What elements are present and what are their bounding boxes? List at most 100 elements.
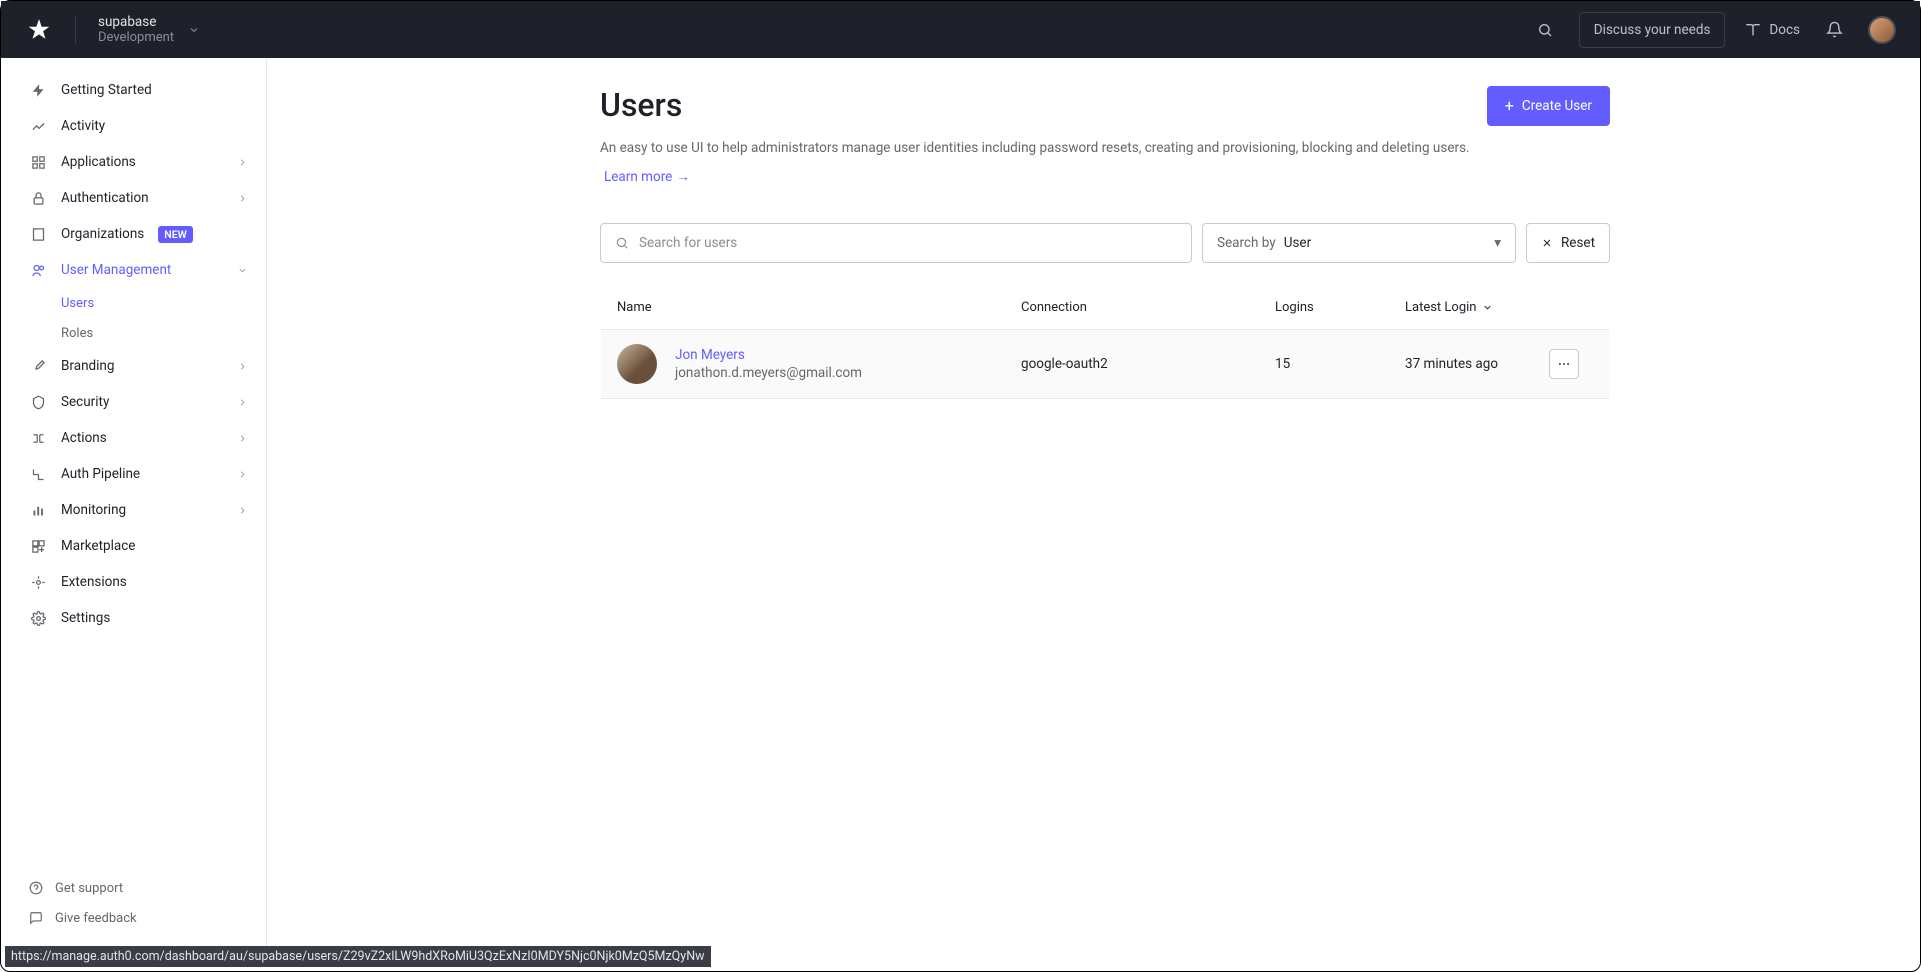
sidebar-item-applications[interactable]: Applications — [1, 144, 266, 180]
sidebar-item-security[interactable]: Security — [1, 384, 266, 420]
latest-label: Latest Login — [1405, 300, 1476, 315]
nav-label: Branding — [61, 358, 114, 374]
tenant-environment: Development — [98, 30, 174, 45]
sidebar-item-branding[interactable]: Branding — [1, 348, 266, 384]
column-name: Name — [617, 300, 1021, 315]
sidebar-item-actions[interactable]: Actions — [1, 420, 266, 456]
sidebar: Getting Started Activity Applications Au… — [1, 58, 267, 947]
support-label: Get support — [55, 881, 123, 896]
column-logins: Logins — [1275, 300, 1405, 315]
lock-icon — [29, 191, 47, 206]
sidebar-item-activity[interactable]: Activity — [1, 108, 266, 144]
create-label: Create User — [1522, 98, 1592, 114]
user-connection: google-oauth2 — [1021, 356, 1275, 372]
building-icon — [29, 227, 47, 242]
give-feedback-link[interactable]: Give feedback — [29, 903, 248, 933]
pipeline-icon — [29, 467, 47, 482]
tenant-switcher[interactable]: supabase Development — [98, 14, 200, 45]
gear-icon — [29, 611, 47, 626]
column-connection: Connection — [1021, 300, 1275, 315]
chart-icon — [29, 119, 47, 134]
docs-label: Docs — [1769, 22, 1800, 38]
nav-label: Applications — [61, 154, 136, 170]
nav-label: Authentication — [61, 190, 149, 206]
user-icon — [29, 263, 47, 278]
caret-down-icon: ▾ — [1494, 235, 1501, 251]
learn-more-link[interactable]: Learn more → — [604, 169, 690, 185]
chevron-down-icon — [1482, 302, 1493, 313]
plus-icon: + — [1505, 98, 1514, 114]
user-logins: 15 — [1275, 356, 1405, 372]
bolt-icon — [29, 83, 47, 98]
shield-icon — [29, 395, 47, 410]
nav-label: Activity — [61, 118, 105, 134]
reset-label: Reset — [1561, 235, 1595, 251]
sidebar-subitem-roles[interactable]: Roles — [1, 318, 266, 348]
search-input[interactable] — [639, 235, 1177, 251]
profile-avatar[interactable] — [1868, 16, 1896, 44]
tenant-name: supabase — [98, 14, 174, 30]
table-header: Name Connection Logins Latest Login — [601, 286, 1609, 330]
bars-icon — [29, 503, 47, 518]
sidebar-item-settings[interactable]: Settings — [1, 600, 266, 636]
row-actions-button[interactable] — [1549, 349, 1579, 379]
user-name-link[interactable]: Jon Meyers — [675, 347, 862, 363]
table-row[interactable]: Jon Meyers jonathon.d.meyers@gmail.com g… — [601, 330, 1609, 399]
user-latest-login: 37 minutes ago — [1405, 356, 1549, 372]
docs-link[interactable]: Docs — [1745, 16, 1800, 44]
learn-more-label: Learn more — [604, 169, 672, 185]
chevron-right-icon — [237, 469, 248, 480]
grid-icon — [29, 155, 47, 170]
auth0-logo[interactable] — [25, 16, 53, 44]
sidebar-item-getting-started[interactable]: Getting Started — [1, 72, 266, 108]
x-icon — [1541, 237, 1553, 249]
main: Users + Create User An easy to use UI to… — [267, 58, 1920, 947]
chevron-right-icon — [237, 505, 248, 516]
nav-label: Getting Started — [61, 82, 152, 98]
search-input-wrapper[interactable] — [600, 223, 1192, 263]
search-button[interactable] — [1531, 16, 1559, 44]
sidebar-item-monitoring[interactable]: Monitoring — [1, 492, 266, 528]
reset-button[interactable]: Reset — [1526, 223, 1610, 263]
search-by-dropdown[interactable]: Search by User ▾ — [1202, 223, 1516, 263]
sidebar-item-auth-pipeline[interactable]: Auth Pipeline — [1, 456, 266, 492]
column-latest-login[interactable]: Latest Login — [1405, 300, 1549, 315]
sidebar-subitem-users[interactable]: Users — [1, 288, 266, 318]
chevron-down-icon — [237, 265, 248, 276]
puzzle-icon — [29, 575, 47, 590]
nav-label: Settings — [61, 610, 110, 626]
nav-label: Organizations — [61, 226, 144, 242]
new-badge: NEW — [158, 226, 193, 243]
chevron-right-icon — [237, 397, 248, 408]
chevron-down-icon — [188, 24, 200, 36]
sidebar-item-organizations[interactable]: Organizations NEW — [1, 216, 266, 252]
users-table: Name Connection Logins Latest Login Jon … — [600, 285, 1610, 400]
chevron-right-icon — [237, 157, 248, 168]
sidebar-item-authentication[interactable]: Authentication — [1, 180, 266, 216]
nav-label: User Management — [61, 262, 171, 278]
nav-label: Monitoring — [61, 502, 126, 518]
nav-label: Marketplace — [61, 538, 135, 554]
discuss-button[interactable]: Discuss your needs — [1579, 12, 1726, 48]
nav-label: Security — [61, 394, 109, 410]
header: supabase Development Discuss your needs … — [1, 1, 1920, 58]
chevron-right-icon — [237, 433, 248, 444]
nav-label: Actions — [61, 430, 107, 446]
sidebar-item-extensions[interactable]: Extensions — [1, 564, 266, 600]
create-user-button[interactable]: + Create User — [1487, 86, 1610, 126]
sidebar-item-marketplace[interactable]: Marketplace — [1, 528, 266, 564]
get-support-link[interactable]: Get support — [29, 873, 248, 903]
sidebar-item-user-management[interactable]: User Management — [1, 252, 266, 288]
page-title: Users — [600, 86, 682, 124]
notifications-button[interactable] — [1820, 16, 1848, 44]
user-email: jonathon.d.meyers@gmail.com — [675, 365, 862, 381]
searchby-label: Search by — [1217, 235, 1276, 251]
marketplace-icon — [29, 539, 47, 554]
nav-label: Extensions — [61, 574, 127, 590]
flow-icon — [29, 431, 47, 446]
page-description: An easy to use UI to help administrators… — [600, 138, 1610, 160]
arrow-right-icon: → — [676, 169, 690, 185]
brush-icon — [29, 359, 47, 374]
divider — [75, 16, 76, 44]
chevron-right-icon — [237, 193, 248, 204]
